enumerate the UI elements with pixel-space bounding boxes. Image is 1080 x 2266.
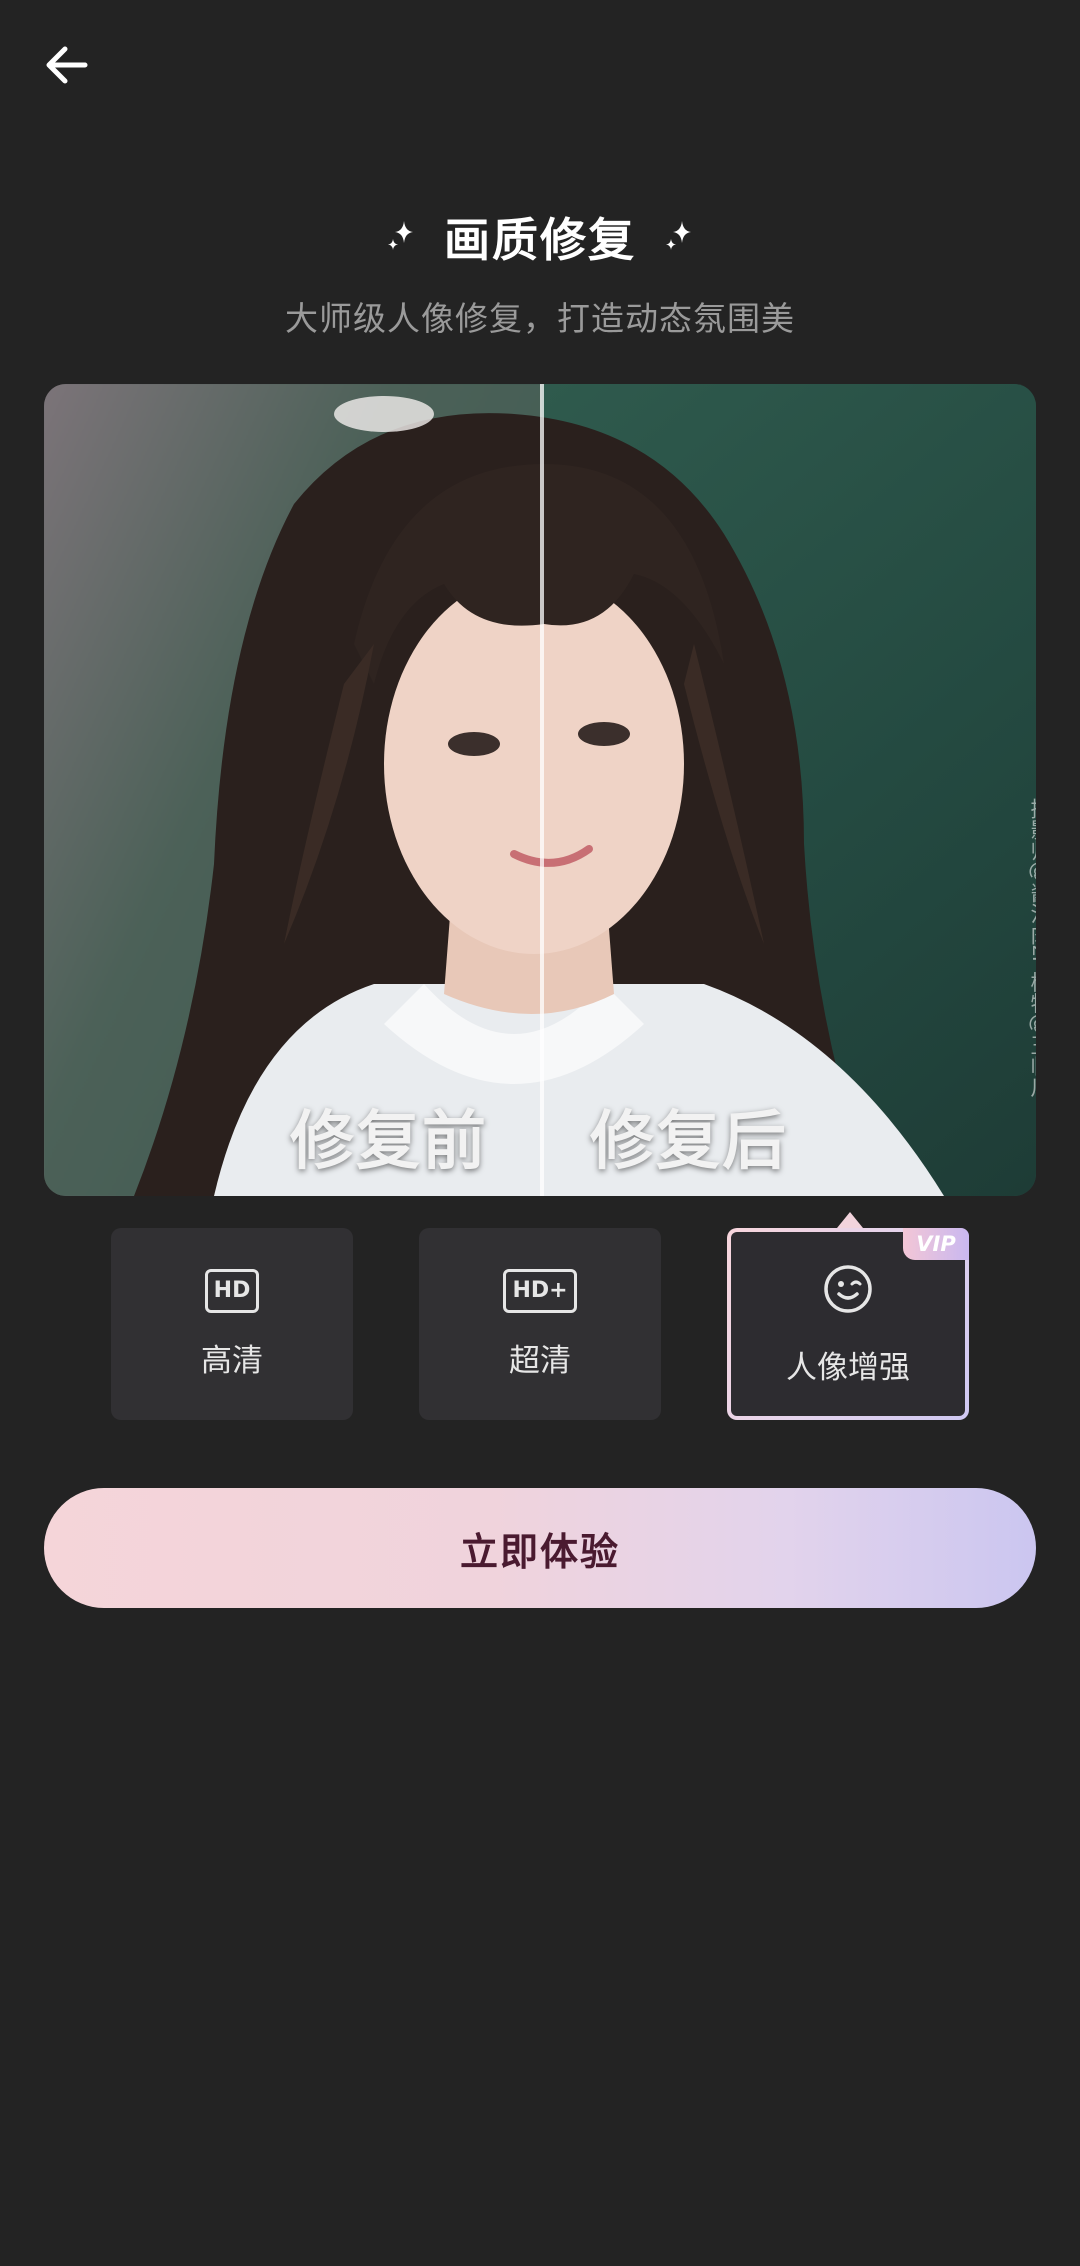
option-hd-plus[interactable]: HD+ 超清: [419, 1228, 661, 1420]
option-label: 高清: [201, 1342, 263, 1379]
option-label: 人像增强: [786, 1349, 910, 1386]
option-label: 超清: [509, 1342, 571, 1379]
arrow-left-icon: [41, 39, 93, 95]
hd-plus-icon: HD+: [503, 1268, 577, 1313]
title-row: 画质修复: [0, 200, 1080, 274]
back-button[interactable]: [30, 30, 104, 104]
option-hd[interactable]: HD 高清: [111, 1228, 353, 1420]
before-label: 修复前: [290, 1105, 488, 1179]
after-label: 修复后: [590, 1105, 788, 1179]
page-subtitle: 大师级人像修复，打造动态氛围美: [285, 299, 795, 338]
try-now-button[interactable]: 立即体验: [44, 1488, 1036, 1608]
sparkle-icon: [386, 215, 416, 259]
quality-repair-page: 画质修复 大师级人像修复，打造动态氛围美 摄影师@酱汁肉zr 模特@王临川 修复…: [0, 0, 1080, 2266]
watermark-text: 摄影师@酱汁肉zr 模特@王临川: [1028, 798, 1036, 1098]
smile-wink-icon: [821, 1262, 875, 1320]
option-portrait-enhance[interactable]: VIP 人像增强: [727, 1228, 969, 1420]
selection-pointer: [837, 1212, 863, 1228]
sparkle-icon: [664, 215, 694, 259]
page-title: 画质修复: [444, 213, 636, 267]
hd-icon: HD: [204, 1268, 260, 1313]
repair-options: HD 高清 HD+ 超清 VIP 人像增强: [0, 1228, 1080, 1420]
compare-divider-handle[interactable]: [540, 384, 544, 1196]
before-after-preview[interactable]: 摄影师@酱汁肉zr 模特@王临川: [44, 384, 1036, 1196]
try-now-label: 立即体验: [459, 1529, 620, 1574]
vip-badge: VIP: [903, 1228, 969, 1260]
